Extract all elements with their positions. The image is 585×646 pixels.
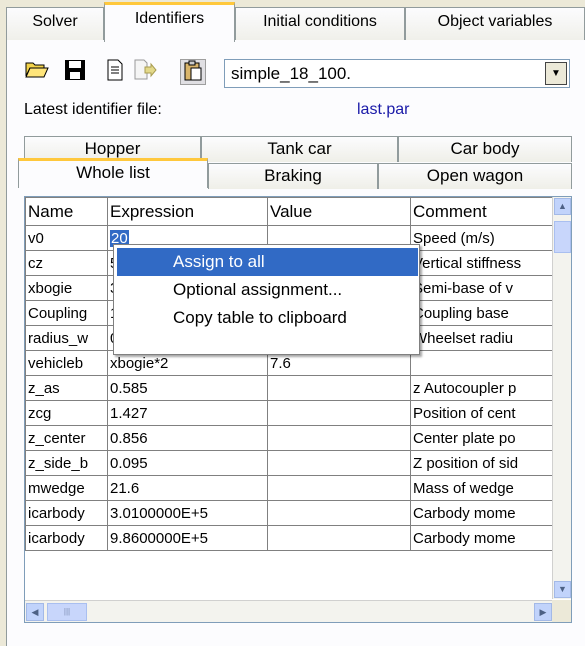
tab-initial-conditions[interactable]: Initial conditions [235, 7, 405, 40]
cell-comment[interactable]: Speed (m/s) [410, 225, 571, 251]
context-menu: Assign to all Optional assignment... Cop… [113, 244, 420, 355]
chevron-down-icon[interactable]: ▼ [545, 62, 567, 85]
tab-solver[interactable]: Solver [6, 7, 104, 40]
cell-name[interactable]: icarbody [25, 500, 108, 526]
cell-comment[interactable]: Carbody mome [410, 500, 571, 526]
cell-value[interactable] [267, 425, 411, 451]
horizontal-scrollbar[interactable]: ◀ ||| ▶ [25, 600, 553, 622]
column-header-value[interactable]: Value [267, 197, 411, 226]
latest-file-value: last.par [357, 101, 410, 118]
scroll-left-icon[interactable]: ◀ [26, 603, 44, 621]
cell-name[interactable]: xbogie [25, 275, 108, 301]
tab-tank-car[interactable]: Tank car [201, 136, 398, 162]
cell-comment[interactable]: Mass of wedge [410, 475, 571, 501]
table-row[interactable]: z_center 0.856 Center plate po [25, 425, 571, 451]
cell-comment[interactable]: Coupling base [410, 300, 571, 326]
identifier-file-value: simple_18_100. [231, 64, 352, 83]
vertical-scrollbar[interactable]: ▲ ▼ [552, 197, 571, 599]
scroll-down-icon[interactable]: ▼ [554, 581, 571, 598]
column-header-name[interactable]: Name [25, 197, 108, 226]
cell-name[interactable]: zcg [25, 400, 108, 426]
cell-name[interactable]: z_as [25, 375, 108, 401]
cell-value[interactable] [267, 375, 411, 401]
cell-expression[interactable]: 9.8600000E+5 [107, 525, 268, 551]
horizontal-scroll-thumb[interactable]: ||| [47, 603, 87, 621]
cell-name[interactable]: cz [25, 250, 108, 276]
top-tab-strip: Solver Identifiers Initial conditions Ob… [0, 0, 585, 42]
tab-identifiers[interactable]: Identifiers [104, 2, 235, 42]
save-icon[interactable] [62, 59, 88, 85]
document-icon[interactable] [102, 59, 128, 85]
menu-item-copy-table[interactable]: Copy table to clipboard [117, 304, 418, 332]
paste-icon[interactable] [180, 59, 206, 85]
cell-name[interactable]: Coupling [25, 300, 108, 326]
tab-whole-list[interactable]: Whole list [18, 158, 208, 188]
column-header-comment[interactable]: Comment [410, 197, 571, 226]
scroll-corner [552, 600, 571, 622]
scroll-right-icon[interactable]: ▶ [534, 603, 552, 621]
table-row[interactable]: z_side_b 0.095 Z position of sid [25, 450, 571, 476]
cell-name[interactable]: vehicleb [25, 350, 108, 376]
scroll-up-icon[interactable]: ▲ [554, 198, 571, 215]
cell-expression[interactable]: 3.0100000E+5 [107, 500, 268, 526]
vertical-scroll-thumb[interactable] [554, 221, 571, 253]
cell-expression[interactable]: 1.427 [107, 400, 268, 426]
latest-file-label: Latest identifier file: [24, 101, 162, 118]
cell-comment[interactable]: Semi-base of v [410, 275, 571, 301]
cell-name[interactable]: mwedge [25, 475, 108, 501]
tab-car-body[interactable]: Car body [398, 136, 572, 162]
tab-braking[interactable]: Braking [208, 163, 378, 189]
tab-open-wagon[interactable]: Open wagon [378, 163, 572, 189]
cell-expression[interactable]: 21.6 [107, 475, 268, 501]
cell-value[interactable] [267, 475, 411, 501]
cell-comment[interactable]: Z position of sid [410, 450, 571, 476]
cell-comment[interactable]: Position of cent [410, 400, 571, 426]
table-row[interactable]: z_as 0.585 z Autocoupler p [25, 375, 571, 401]
cell-value[interactable] [267, 525, 411, 551]
cell-comment[interactable]: Center plate po [410, 425, 571, 451]
column-header-expression[interactable]: Expression [107, 197, 268, 226]
tab-object-variables[interactable]: Object variables [405, 7, 585, 40]
menu-item-assign-to-all[interactable]: Assign to all [117, 248, 418, 276]
table-row[interactable]: icarbody 3.0100000E+5 Carbody mome [25, 500, 571, 526]
cell-value[interactable] [267, 400, 411, 426]
table-header-row: Name Expression Value Comment [25, 197, 571, 226]
table-row[interactable]: zcg 1.427 Position of cent [25, 400, 571, 426]
cell-name[interactable]: z_center [25, 425, 108, 451]
cell-comment[interactable]: Carbody mome [410, 525, 571, 551]
cell-comment[interactable]: Vertical stiffness [410, 250, 571, 276]
cell-value[interactable] [267, 500, 411, 526]
table-row[interactable]: mwedge 21.6 Mass of wedge [25, 475, 571, 501]
identifier-file-combo[interactable]: simple_18_100. ▼ [224, 59, 570, 88]
open-folder-icon[interactable] [24, 59, 50, 85]
cell-name[interactable]: z_side_b [25, 450, 108, 476]
cell-name[interactable]: v0 [25, 225, 108, 251]
cell-comment[interactable] [410, 350, 571, 376]
cell-comment[interactable]: z Autocoupler p [410, 375, 571, 401]
cell-comment[interactable]: Wheelset radiu [410, 325, 571, 351]
cell-expression[interactable]: 0.856 [107, 425, 268, 451]
menu-item-optional-assignment[interactable]: Optional assignment... [117, 276, 418, 304]
table-row[interactable]: icarbody 9.8600000E+5 Carbody mome [25, 525, 571, 551]
cell-expression[interactable]: 0.095 [107, 450, 268, 476]
cell-expression[interactable]: 0.585 [107, 375, 268, 401]
cell-name[interactable]: radius_w [25, 325, 108, 351]
cell-value[interactable] [267, 450, 411, 476]
cell-name[interactable]: icarbody [25, 525, 108, 551]
export-icon[interactable] [132, 59, 158, 85]
